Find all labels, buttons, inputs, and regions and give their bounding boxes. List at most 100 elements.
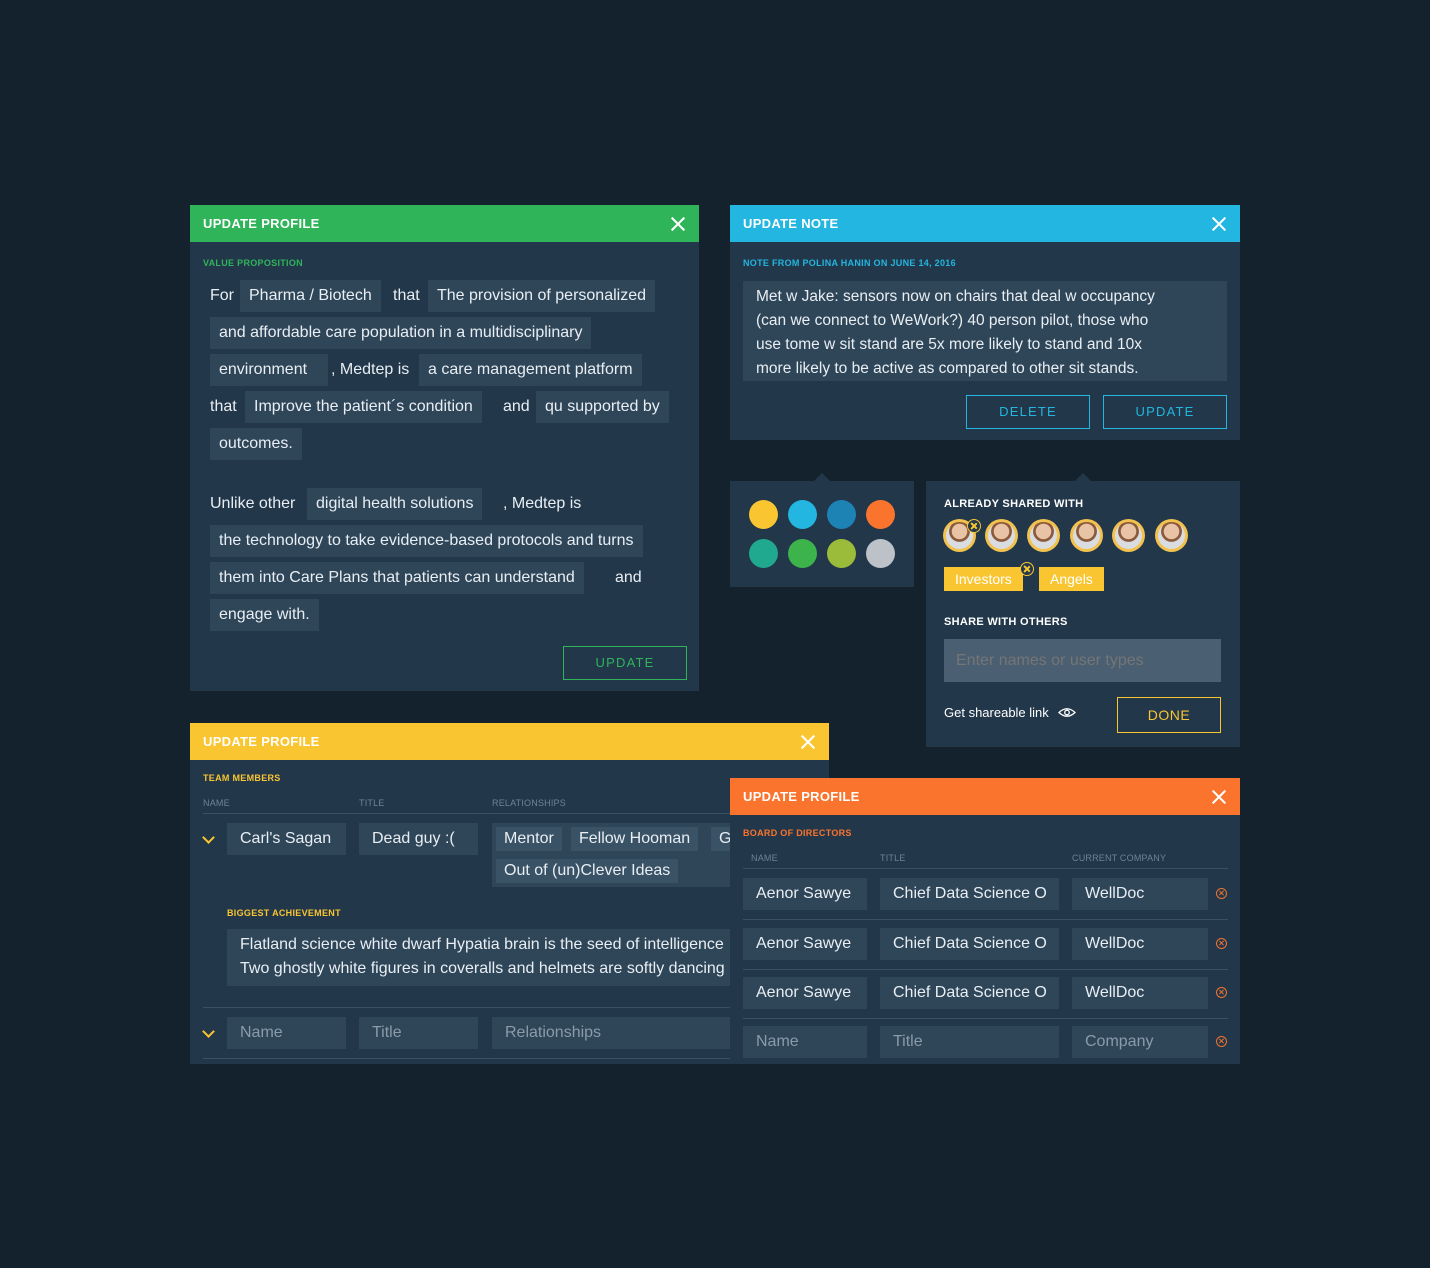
- avatar[interactable]: [985, 519, 1018, 552]
- close-icon[interactable]: [1211, 789, 1227, 805]
- remove-avatar-icon[interactable]: [967, 519, 981, 533]
- member-title-field[interactable]: Dead guy :(: [359, 823, 478, 855]
- close-icon[interactable]: [670, 216, 686, 232]
- update-note-panel: UPDATE NOTE NOTE FROM POLINA HANIN ON JU…: [730, 205, 1240, 440]
- static-text: For: [210, 287, 234, 304]
- delete-button[interactable]: DELETE: [966, 395, 1090, 429]
- column-header-title: TITLE: [880, 853, 906, 863]
- provision-chip[interactable]: and affordable care population in a mult…: [210, 317, 592, 349]
- section-label: TEAM MEMBERS: [203, 773, 281, 783]
- color-swatch-yellow[interactable]: [749, 500, 778, 529]
- close-icon[interactable]: [800, 734, 816, 750]
- director-name-field[interactable]: Aenor Sawye: [743, 928, 867, 960]
- panel-header: UPDATE PROFILE: [190, 205, 699, 242]
- divider: [743, 919, 1228, 920]
- eye-icon: [1058, 706, 1077, 721]
- column-header-name: NAME: [751, 853, 778, 863]
- provision-chip[interactable]: The provision of personalized: [428, 280, 656, 312]
- tag-angels[interactable]: Angels: [1039, 567, 1104, 591]
- note-meta: NOTE FROM POLINA HANIN ON JUNE 14, 2016: [743, 258, 956, 268]
- avatar[interactable]: [1070, 519, 1103, 552]
- update-button[interactable]: UPDATE: [563, 646, 687, 680]
- popover-notch: [814, 473, 830, 481]
- new-title-field[interactable]: Title: [880, 1026, 1059, 1058]
- tag-investors[interactable]: Investors: [944, 567, 1023, 591]
- chevron-down-icon[interactable]: [202, 831, 215, 844]
- color-picker-popover: [730, 481, 914, 587]
- board-of-directors-panel: UPDATE PROFILE BOARD OF DIRECTORS NAME T…: [730, 778, 1240, 1064]
- achievement-label: BIGGEST ACHIEVEMENT: [227, 908, 341, 918]
- director-company-field[interactable]: WellDoc: [1072, 928, 1208, 960]
- static-text: that: [210, 398, 237, 415]
- industry-chip[interactable]: Pharma / Biotech: [240, 280, 381, 312]
- popover-notch: [1075, 473, 1091, 481]
- outcomes-chip[interactable]: outcomes.: [210, 428, 302, 460]
- column-header-title: TITLE: [359, 798, 385, 808]
- panel-header: UPDATE PROFILE: [730, 778, 1240, 815]
- remove-row-icon[interactable]: [1216, 888, 1227, 899]
- color-swatch-orange[interactable]: [866, 500, 895, 529]
- director-title-field[interactable]: Chief Data Science O: [880, 928, 1059, 960]
- done-button[interactable]: DONE: [1117, 697, 1221, 733]
- panel-title: UPDATE PROFILE: [743, 789, 860, 804]
- divider: [743, 969, 1228, 970]
- color-swatch-teal[interactable]: [749, 539, 778, 568]
- color-swatch-gray[interactable]: [866, 539, 895, 568]
- already-shared-label: ALREADY SHARED WITH: [944, 498, 1084, 510]
- supported-chip[interactable]: qu supported by: [536, 391, 669, 423]
- column-header-relationships: RELATIONSHIPS: [492, 798, 566, 808]
- technology-chip[interactable]: the technology to take evidence-based pr…: [210, 525, 643, 557]
- share-input[interactable]: [944, 639, 1221, 682]
- new-title-field[interactable]: Title: [359, 1017, 478, 1049]
- shareable-link[interactable]: Get shareable link: [944, 705, 1077, 721]
- update-button[interactable]: UPDATE: [1103, 395, 1227, 429]
- color-swatch-green[interactable]: [788, 539, 817, 568]
- provision-chip[interactable]: environment: [210, 354, 328, 386]
- remove-row-icon[interactable]: [1216, 938, 1227, 949]
- member-name-field[interactable]: Carl's Sagan: [227, 823, 346, 855]
- color-swatch-light-blue[interactable]: [788, 500, 817, 529]
- solutions-chip[interactable]: digital health solutions: [307, 488, 483, 520]
- director-name-field[interactable]: Aenor Sawye: [743, 878, 867, 910]
- note-textarea[interactable]: Met w Jake: sensors now on chairs that d…: [743, 281, 1227, 381]
- panel-title: UPDATE NOTE: [743, 216, 839, 231]
- column-header-name: NAME: [203, 798, 230, 808]
- remove-row-icon[interactable]: [1216, 1036, 1227, 1047]
- chevron-down-icon[interactable]: [202, 1025, 215, 1038]
- director-company-field[interactable]: WellDoc: [1072, 878, 1208, 910]
- avatar[interactable]: [1112, 519, 1145, 552]
- note-line: Met w Jake: sensors now on chairs that d…: [756, 288, 1155, 305]
- static-text: and: [503, 398, 530, 415]
- remove-tag-icon[interactable]: [1020, 562, 1034, 576]
- director-company-field[interactable]: WellDoc: [1072, 977, 1208, 1009]
- static-text: , Medtep is: [503, 495, 582, 512]
- color-swatch-lime[interactable]: [827, 539, 856, 568]
- panel-title: UPDATE PROFILE: [203, 734, 320, 749]
- panel-title: UPDATE PROFILE: [203, 216, 320, 231]
- color-swatch-dark-blue[interactable]: [827, 500, 856, 529]
- close-icon[interactable]: [1211, 216, 1227, 232]
- relationship-chip[interactable]: Mentor: [496, 827, 562, 851]
- new-name-field[interactable]: Name: [743, 1026, 867, 1058]
- director-name-field[interactable]: Aenor Sawye: [743, 977, 867, 1009]
- platform-chip[interactable]: a care management platform: [419, 354, 642, 386]
- panel-header: UPDATE NOTE: [730, 205, 1240, 242]
- technology-chip[interactable]: them into Care Plans that patients can u…: [210, 562, 584, 594]
- new-name-field[interactable]: Name: [227, 1017, 346, 1049]
- avatar[interactable]: [1027, 519, 1060, 552]
- relationship-chip[interactable]: Out of (un)Clever Ideas: [496, 859, 679, 883]
- new-company-field[interactable]: Company: [1072, 1026, 1208, 1058]
- panel-header: UPDATE PROFILE: [190, 723, 829, 760]
- relationship-chip[interactable]: Fellow Hooman: [571, 827, 699, 851]
- remove-row-icon[interactable]: [1216, 987, 1227, 998]
- section-label: VALUE PROPOSITION: [203, 258, 303, 268]
- divider: [743, 868, 1228, 869]
- director-title-field[interactable]: Chief Data Science O: [880, 878, 1059, 910]
- share-popover: ALREADY SHARED WITH Investors Angels SHA…: [926, 481, 1240, 747]
- avatar[interactable]: [1155, 519, 1188, 552]
- director-title-field[interactable]: Chief Data Science O: [880, 977, 1059, 1009]
- static-text: that: [393, 287, 420, 304]
- column-header-company: CURRENT COMPANY: [1072, 853, 1167, 863]
- technology-chip[interactable]: engage with.: [210, 599, 319, 631]
- improve-chip[interactable]: Improve the patient´s condition: [245, 391, 482, 423]
